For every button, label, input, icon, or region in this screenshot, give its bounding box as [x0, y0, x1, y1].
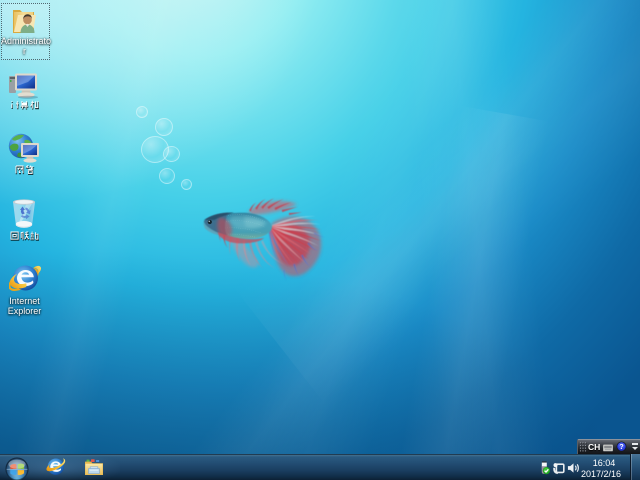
svg-text:?: ?	[619, 444, 623, 451]
